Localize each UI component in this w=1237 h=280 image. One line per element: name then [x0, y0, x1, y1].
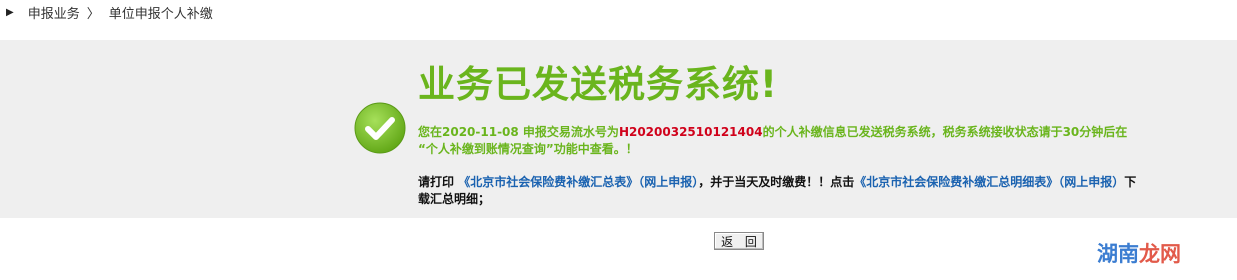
check-circle-icon [354, 102, 406, 154]
breadcrumb-item-declare[interactable]: 申报业务 [28, 3, 80, 22]
message-prefix: 您在2020-11-08 申报交易流水号为 [418, 125, 619, 139]
breadcrumb-separator: 〉 [86, 6, 100, 22]
print-prefix: 请打印 [418, 175, 455, 189]
result-message: 您在2020-11-08 申报交易流水号为H2020032510121404的个… [418, 124, 1138, 158]
detail-table-link[interactable]: 《北京市社会保险费补缴汇总明细表》（网上申报） [854, 175, 1124, 189]
page-title: 业务已发送税务系统! [418, 63, 778, 106]
watermark-part1: 湖南 [1097, 242, 1139, 266]
print-instructions: 请打印 《北京市社会保险费补缴汇总表》（网上申报），并于当天及时缴费！！点击《北… [418, 174, 1138, 208]
print-middle: ，并于当天及时缴费！！点击 [698, 175, 855, 189]
triangle-right-icon: ▶ [6, 6, 14, 18]
serial-number: H2020032510121404 [618, 125, 763, 139]
watermark-logo: 湖南龙网 [1097, 238, 1181, 268]
summary-table-link[interactable]: 《北京市社会保险费补缴汇总表》（网上申报） [458, 175, 698, 189]
breadcrumb-item-current: 单位申报个人补缴 [108, 6, 213, 22]
back-button[interactable]: 返 回 [714, 232, 764, 250]
breadcrumb: ▶ 申报业务 〉 单位申报个人补缴 [6, 2, 213, 22]
result-panel: 业务已发送税务系统! 您在2020-11-08 申报交易流水号为H2020032… [0, 40, 1237, 218]
watermark-part2: 龙网 [1139, 242, 1181, 266]
